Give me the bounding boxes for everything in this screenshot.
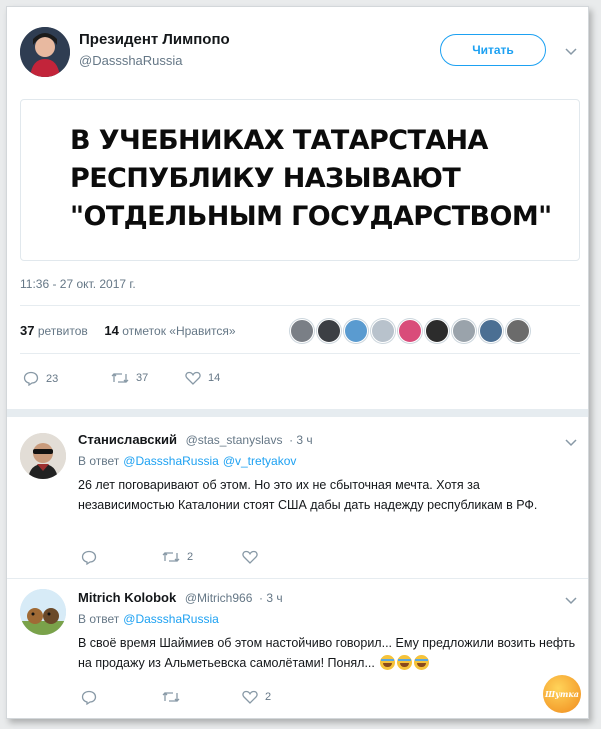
retweet-icon [111,373,129,383]
tweet-screenshot: Президент Лимпопо @DassshaRussia Читать … [6,6,589,719]
reply-action[interactable]: 23 [23,371,58,386]
author-name[interactable]: Президент Лимпопо [79,31,230,48]
liker-avatar[interactable] [506,319,530,343]
laughing-emoji-icon [380,655,396,670]
reply-time[interactable]: · 3 ч [259,591,283,605]
reply-author-avatar[interactable] [20,433,66,479]
likes-label[interactable]: отметок «Нравится» [122,324,235,338]
reply-author-name[interactable]: Станиславский [78,432,177,447]
in-reply-to: В ответ @DassshaRussia @v_tretyakov [78,454,296,468]
headline-line-3: "ОТДЕЛЬНЫМ ГОСУДАРСТВОМ" [70,201,552,232]
reply-icon [81,550,97,565]
in-reply-to: В ответ @DassshaRussia [78,612,219,626]
reply-author[interactable]: Станиславский @stas_stanyslavs · 3 ч [78,432,313,447]
reply-author-name[interactable]: Mitrich Kolobok [78,590,176,605]
reply-author-handle[interactable]: @stas_stanyslavs [186,433,283,447]
heart-icon [185,371,201,385]
reply-icon [23,371,39,386]
headline-image[interactable]: В УЧЕБНИКАХ ТАТАРСТАНА РЕСПУБЛИКУ НАЗЫВА… [20,99,580,261]
reply-action[interactable] [81,690,104,705]
laughing-emoji-icon [414,655,430,670]
retweet-action[interactable]: 37 [111,371,148,385]
reply-text-block: В своё время Шаймиев об этом настойчиво … [78,633,578,673]
reply-author-avatar[interactable] [20,589,66,635]
like-action[interactable]: 14 [185,371,220,385]
reply-icon [81,690,97,705]
mention-link[interactable]: @v_tretyakov [223,454,297,468]
retweet-count: 37 [136,372,149,384]
author-handle[interactable]: @DassshaRussia [79,53,183,68]
liker-avatar[interactable] [317,319,341,343]
retweets-label[interactable]: ретвитов [38,324,88,338]
like-action[interactable]: 2 [242,690,271,704]
engagement-stats: 37 ретвитов 14 отметок «Нравится» [20,323,236,338]
mention-link[interactable]: @DassshaRussia [123,612,219,626]
tweet-timestamp[interactable]: 11:36 - 27 окт. 2017 г. [20,277,136,291]
retweet-action[interactable] [162,690,187,704]
likes-count[interactable]: 14 [104,323,118,338]
caret-down-icon[interactable] [565,48,577,56]
retweet-action[interactable]: 2 [162,550,193,564]
liker-avatar[interactable] [344,319,368,343]
caret-down-icon[interactable] [565,439,577,447]
author-avatar[interactable] [20,27,70,77]
section-separator [7,409,588,417]
reply-text: В своё время Шаймиев об этом настойчиво … [78,636,576,670]
heart-icon [242,550,258,564]
retweet-icon [162,552,180,562]
divider [20,353,580,354]
reply-author-handle[interactable]: @Mitrich966 [185,591,253,605]
laughing-emoji-icon [397,655,413,670]
reply-action[interactable] [81,550,104,565]
liker-avatar[interactable] [398,319,422,343]
liker-avatar[interactable] [425,319,449,343]
in-reply-label: В ответ [78,454,120,468]
in-reply-label: В ответ [78,612,120,626]
liker-avatar[interactable] [290,319,314,343]
retweet-count: 2 [187,551,194,563]
reply-count: 23 [46,372,59,385]
headline-line-2: РЕСПУБЛИКУ НАЗЫВАЮТ [70,163,461,194]
like-action[interactable] [242,550,265,564]
liker-avatar[interactable] [371,319,395,343]
heart-icon [242,690,258,704]
like-count: 2 [265,691,272,703]
reply-time[interactable]: · 3 ч [289,433,313,447]
reply-text: 26 лет поговаривают об этом. Но это их н… [78,478,538,512]
divider [7,578,588,579]
like-count: 14 [208,372,221,384]
liker-avatar[interactable] [452,319,476,343]
watermark-logo: Шутка [543,675,581,713]
divider [20,305,580,306]
follow-button[interactable]: Читать [440,34,546,66]
retweets-count[interactable]: 37 [20,323,34,338]
watermark-text: Шутка [545,689,579,699]
reply-author[interactable]: Mitrich Kolobok @Mitrich966 · 3 ч [78,590,283,605]
headline-text: В УЧЕБНИКАХ ТАТАРСТАНА РЕСПУБЛИКУ НАЗЫВА… [70,122,560,236]
retweet-icon [162,692,180,702]
caret-down-icon[interactable] [565,597,577,605]
liker-avatar[interactable] [479,319,503,343]
mention-link[interactable]: @DassshaRussia [123,454,219,468]
headline-line-1: В УЧЕБНИКАХ ТАТАРСТАНА [70,125,488,156]
